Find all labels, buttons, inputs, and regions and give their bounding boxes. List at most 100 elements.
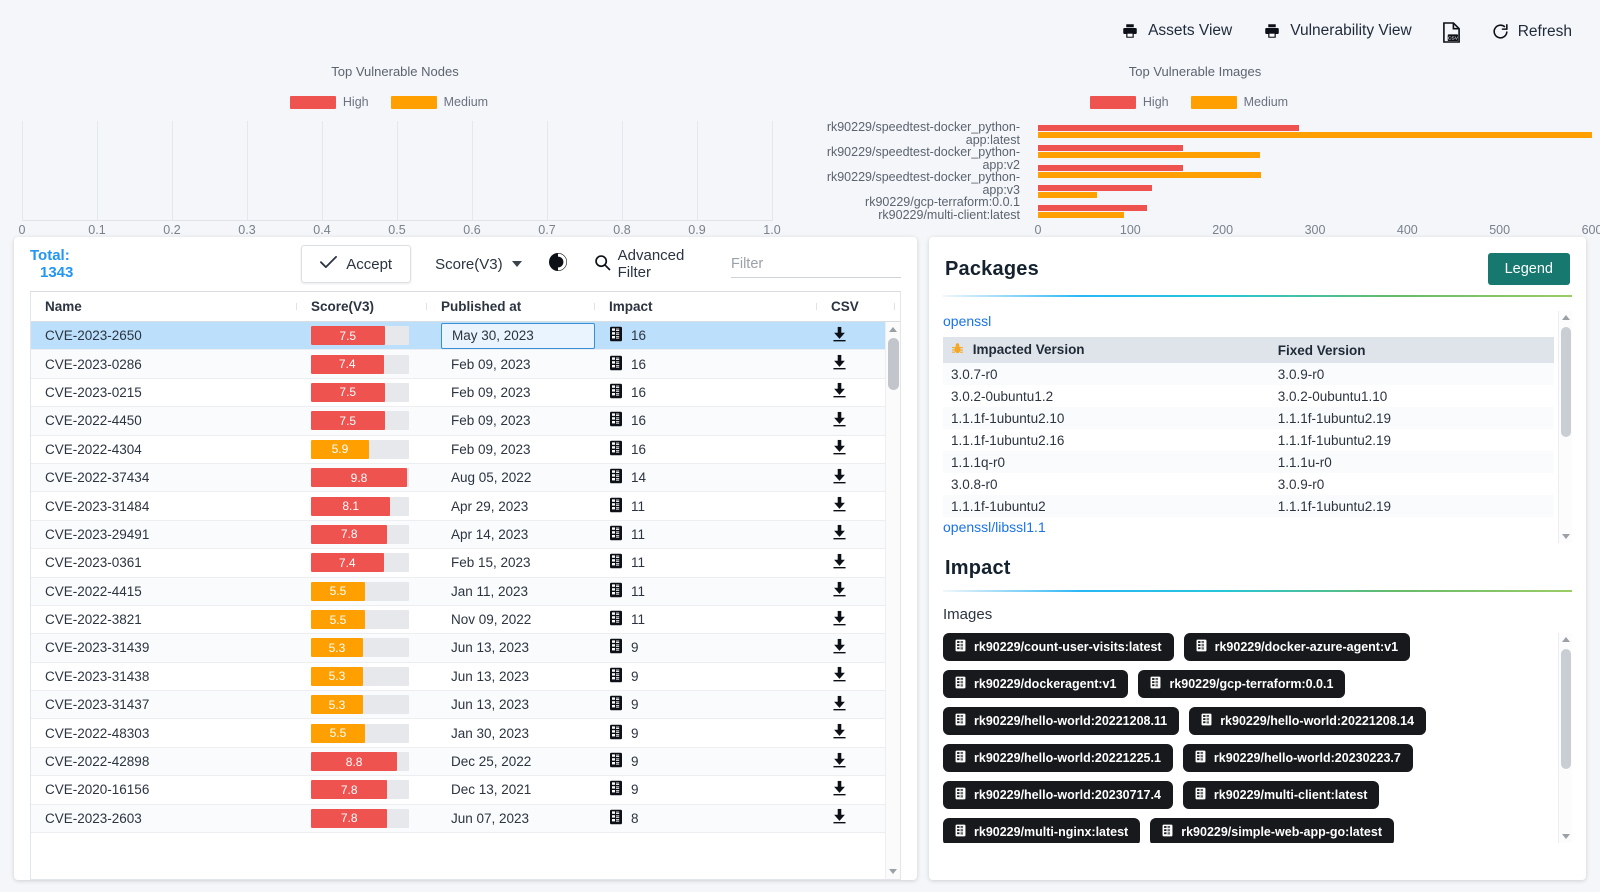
table-row[interactable]: CVE-2023-29491 7.8 Apr 14, 2023 11	[31, 520, 900, 550]
table-row[interactable]: CVE-2022-3821 5.5 Nov 09, 2022 11	[31, 606, 900, 635]
cell-csv-download[interactable]	[817, 326, 895, 346]
scroll-down-icon[interactable]	[1562, 534, 1570, 539]
table-row[interactable]: CVE-2023-0215 7.5 Feb 09, 2023 16	[31, 379, 900, 408]
cell-csv-download[interactable]	[817, 496, 895, 516]
download-icon[interactable]	[831, 496, 848, 516]
download-icon[interactable]	[831, 752, 848, 772]
download-icon[interactable]	[831, 411, 848, 431]
download-icon[interactable]	[831, 468, 848, 488]
legend-button[interactable]: Legend	[1487, 253, 1570, 285]
chart-bar-medium[interactable]	[1038, 131, 1592, 138]
impact-image-chip[interactable]: rk90229/dockeragent:v1	[943, 670, 1129, 698]
download-icon[interactable]	[831, 723, 848, 743]
table-row[interactable]: CVE-2020-16156 7.8 Dec 13, 2021 9	[31, 776, 900, 805]
impact-image-chip[interactable]: rk90229/hello-world:20230223.7	[1182, 744, 1413, 772]
impact-image-chip[interactable]: rk90229/simple-web-app-go:latest	[1150, 818, 1394, 843]
legend-item-medium[interactable]: Medium	[390, 95, 488, 109]
cell-csv-download[interactable]	[817, 439, 895, 459]
chart-bar-medium[interactable]	[1038, 211, 1124, 218]
filter-input[interactable]	[731, 250, 901, 278]
chart-toggle-button[interactable]	[548, 252, 568, 277]
table-row[interactable]: CVE-2022-4415 5.5 Jan 11, 2023 11	[31, 577, 900, 606]
cell-csv-download[interactable]	[817, 695, 895, 715]
cell-csv-download[interactable]	[817, 382, 895, 402]
chart-bar-high[interactable]	[1038, 204, 1147, 211]
impact-image-chip[interactable]: rk90229/hello-world:20221225.1	[943, 744, 1173, 772]
download-icon[interactable]	[831, 553, 848, 573]
scroll-up-icon[interactable]	[889, 327, 897, 332]
impact-image-chip[interactable]: rk90229/gcp-terraform:0.0.1	[1138, 670, 1346, 698]
vulnerability-view-button[interactable]: Vulnerability View	[1262, 22, 1412, 40]
download-icon[interactable]	[831, 524, 848, 544]
table-row[interactable]: CVE-2022-4450 7.5 Feb 09, 2023 16	[31, 407, 900, 436]
cell-csv-download[interactable]	[817, 723, 895, 743]
score-select[interactable]: Score(V3)	[435, 256, 522, 273]
table-row[interactable]: CVE-2022-4304 5.9 Feb 09, 2023 16	[31, 436, 900, 464]
column-header-name[interactable]: Name	[31, 299, 297, 314]
legend-item-high[interactable]: High	[1089, 95, 1169, 109]
assets-view-button[interactable]: Assets View	[1120, 22, 1232, 40]
advanced-filter-button[interactable]: Advanced Filter	[594, 247, 713, 281]
chart-bar-high[interactable]	[1038, 124, 1300, 131]
chart-bar-medium[interactable]	[1038, 191, 1098, 198]
download-icon[interactable]	[831, 695, 848, 715]
package-link-openssl-libssl[interactable]: openssl/libssl1.1	[943, 517, 1554, 537]
chart-bar-medium[interactable]	[1038, 171, 1261, 178]
column-header-published[interactable]: Published at	[427, 299, 595, 314]
download-icon[interactable]	[831, 666, 848, 686]
scrollbar-thumb[interactable]	[888, 338, 899, 390]
column-header-csv[interactable]: CSV	[817, 299, 895, 314]
table-row[interactable]: CVE-2023-31439 5.3 Jun 13, 2023 9	[31, 634, 900, 663]
impact-image-chip[interactable]: rk90229/hello-world:20230717.4	[943, 781, 1173, 809]
table-row[interactable]: CVE-2023-31437 5.3 Jun 13, 2023 9	[31, 691, 900, 720]
chart-bar-medium[interactable]	[1038, 151, 1260, 158]
cell-csv-download[interactable]	[817, 638, 895, 658]
scroll-down-icon[interactable]	[1562, 834, 1570, 839]
scrollbar-thumb[interactable]	[1561, 649, 1571, 769]
refresh-button[interactable]: Refresh	[1491, 22, 1572, 41]
download-icon[interactable]	[831, 780, 848, 800]
table-row[interactable]: CVE-2023-2650 7.5 May 30, 2023 16	[31, 322, 900, 351]
cell-csv-download[interactable]	[817, 468, 895, 488]
scroll-up-icon[interactable]	[1562, 315, 1570, 320]
cell-csv-download[interactable]	[817, 411, 895, 431]
download-icon[interactable]	[831, 638, 848, 658]
column-header-impact[interactable]: Impact	[595, 299, 817, 314]
table-vertical-scrollbar[interactable]	[885, 322, 900, 879]
cell-csv-download[interactable]	[817, 752, 895, 772]
accept-button[interactable]: Accept	[301, 245, 412, 283]
download-icon[interactable]	[831, 808, 848, 828]
download-icon[interactable]	[831, 610, 848, 630]
table-row[interactable]: CVE-2023-31438 5.3 Jun 13, 2023 9	[31, 663, 900, 692]
packages-scrollbar[interactable]	[1558, 311, 1572, 543]
cell-csv-download[interactable]	[817, 780, 895, 800]
impact-scrollbar[interactable]	[1558, 633, 1572, 843]
chart-bar-high[interactable]	[1038, 144, 1183, 151]
cell-csv-download[interactable]	[817, 581, 895, 601]
column-header-score[interactable]: Score(V3)	[297, 299, 427, 314]
cell-csv-download[interactable]	[817, 354, 895, 374]
download-icon[interactable]	[831, 382, 848, 402]
legend-item-high[interactable]: High	[289, 95, 369, 109]
download-icon[interactable]	[831, 439, 848, 459]
download-icon[interactable]	[831, 581, 848, 601]
cell-csv-download[interactable]	[817, 553, 895, 573]
package-link-openssl[interactable]: openssl	[943, 311, 1554, 331]
impact-image-chip[interactable]: rk90229/docker-azure-agent:v1	[1183, 633, 1411, 661]
download-icon[interactable]	[831, 354, 848, 374]
download-icon[interactable]	[831, 326, 848, 346]
table-row[interactable]: CVE-2023-0361 7.4 Feb 15, 2023 11	[31, 549, 900, 578]
table-row[interactable]: CVE-2022-48303 5.5 Jan 30, 2023 9	[31, 719, 900, 748]
impact-image-chip[interactable]: rk90229/multi-nginx:latest	[943, 818, 1141, 843]
chart-bar-high[interactable]	[1038, 184, 1153, 191]
table-row[interactable]: CVE-2023-31484 8.1 Apr 29, 2023 11	[31, 492, 900, 521]
table-row[interactable]: CVE-2023-2603 7.8 Jun 07, 2023 8	[31, 804, 900, 834]
scroll-up-icon[interactable]	[1562, 637, 1570, 642]
cell-csv-download[interactable]	[817, 524, 895, 544]
cell-csv-download[interactable]	[817, 610, 895, 630]
csv-export-button[interactable]: CSV	[1442, 22, 1461, 43]
table-row[interactable]: CVE-2022-37434 9.8 Aug 05, 2022 14	[31, 463, 900, 493]
cell-csv-download[interactable]	[817, 666, 895, 686]
table-row[interactable]: CVE-2023-0286 7.4 Feb 09, 2023 16	[31, 350, 900, 379]
cell-csv-download[interactable]	[817, 808, 895, 828]
